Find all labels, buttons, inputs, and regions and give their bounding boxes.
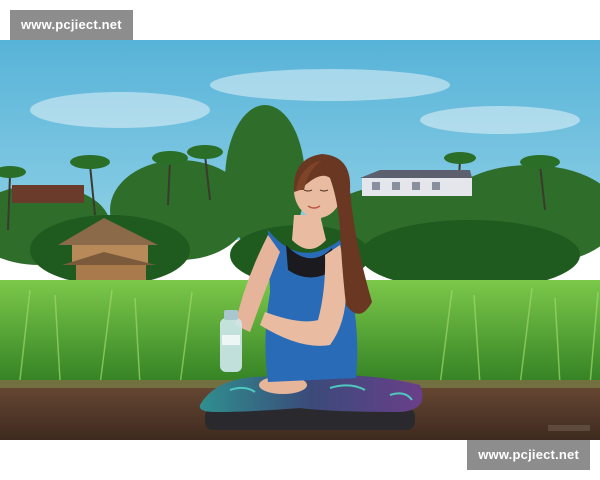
watermark-bottom-right: www.pcjiect.net [467, 440, 590, 470]
photo [0, 40, 600, 440]
water-bottle [220, 310, 242, 372]
watermark-top-left: www.pcjiect.net [10, 10, 133, 40]
image-frame: www.pcjiect.net www.pcjiect.net [0, 0, 600, 480]
building-right [360, 170, 472, 196]
roof-left [12, 185, 84, 203]
